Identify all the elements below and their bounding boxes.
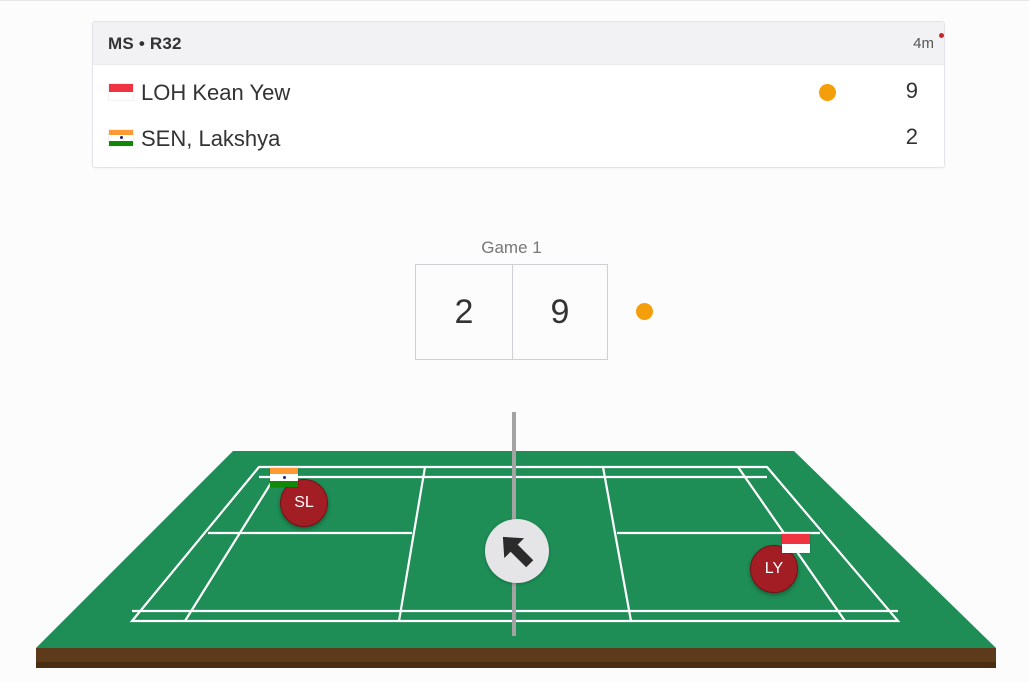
flag-india-icon bbox=[270, 468, 298, 487]
match-elapsed-time: 4m bbox=[913, 35, 934, 52]
flag-singapore-icon bbox=[782, 534, 810, 553]
game-score-box: 2 9 bbox=[415, 264, 608, 360]
player-score: 9 bbox=[905, 78, 918, 103]
flag-singapore-icon bbox=[109, 84, 133, 100]
player-row-sen: SEN, Lakshya 2 bbox=[93, 114, 944, 160]
match-round-title: MS • R32 bbox=[108, 34, 182, 53]
flag-india-icon bbox=[109, 130, 133, 146]
player-token-initials: SL bbox=[294, 494, 314, 511]
player-token-initials: LY bbox=[764, 560, 784, 577]
match-card[interactable]: MS • R32 4m LOH Kean Yew 9 SEN, Lakshya … bbox=[92, 21, 945, 168]
arrow-up-left-icon bbox=[502, 536, 534, 568]
player-name: LOH Kean Yew bbox=[141, 80, 291, 105]
player-name: SEN, Lakshya bbox=[141, 126, 281, 151]
serving-indicator-icon bbox=[819, 84, 836, 101]
live-indicator-icon bbox=[939, 33, 944, 38]
game-serving-indicator-icon bbox=[636, 303, 653, 320]
player-score: 2 bbox=[905, 124, 918, 149]
match-card-header: MS • R32 4m bbox=[93, 22, 944, 65]
court-base-shadow bbox=[36, 662, 996, 668]
shuttle-direction-button[interactable] bbox=[485, 519, 549, 583]
top-divider bbox=[0, 0, 1029, 1]
player-row-loh: LOH Kean Yew 9 bbox=[93, 68, 944, 114]
game-label: Game 1 bbox=[481, 238, 542, 257]
game-score-right: 9 bbox=[550, 293, 570, 331]
game-score-left: 2 bbox=[416, 265, 513, 359]
